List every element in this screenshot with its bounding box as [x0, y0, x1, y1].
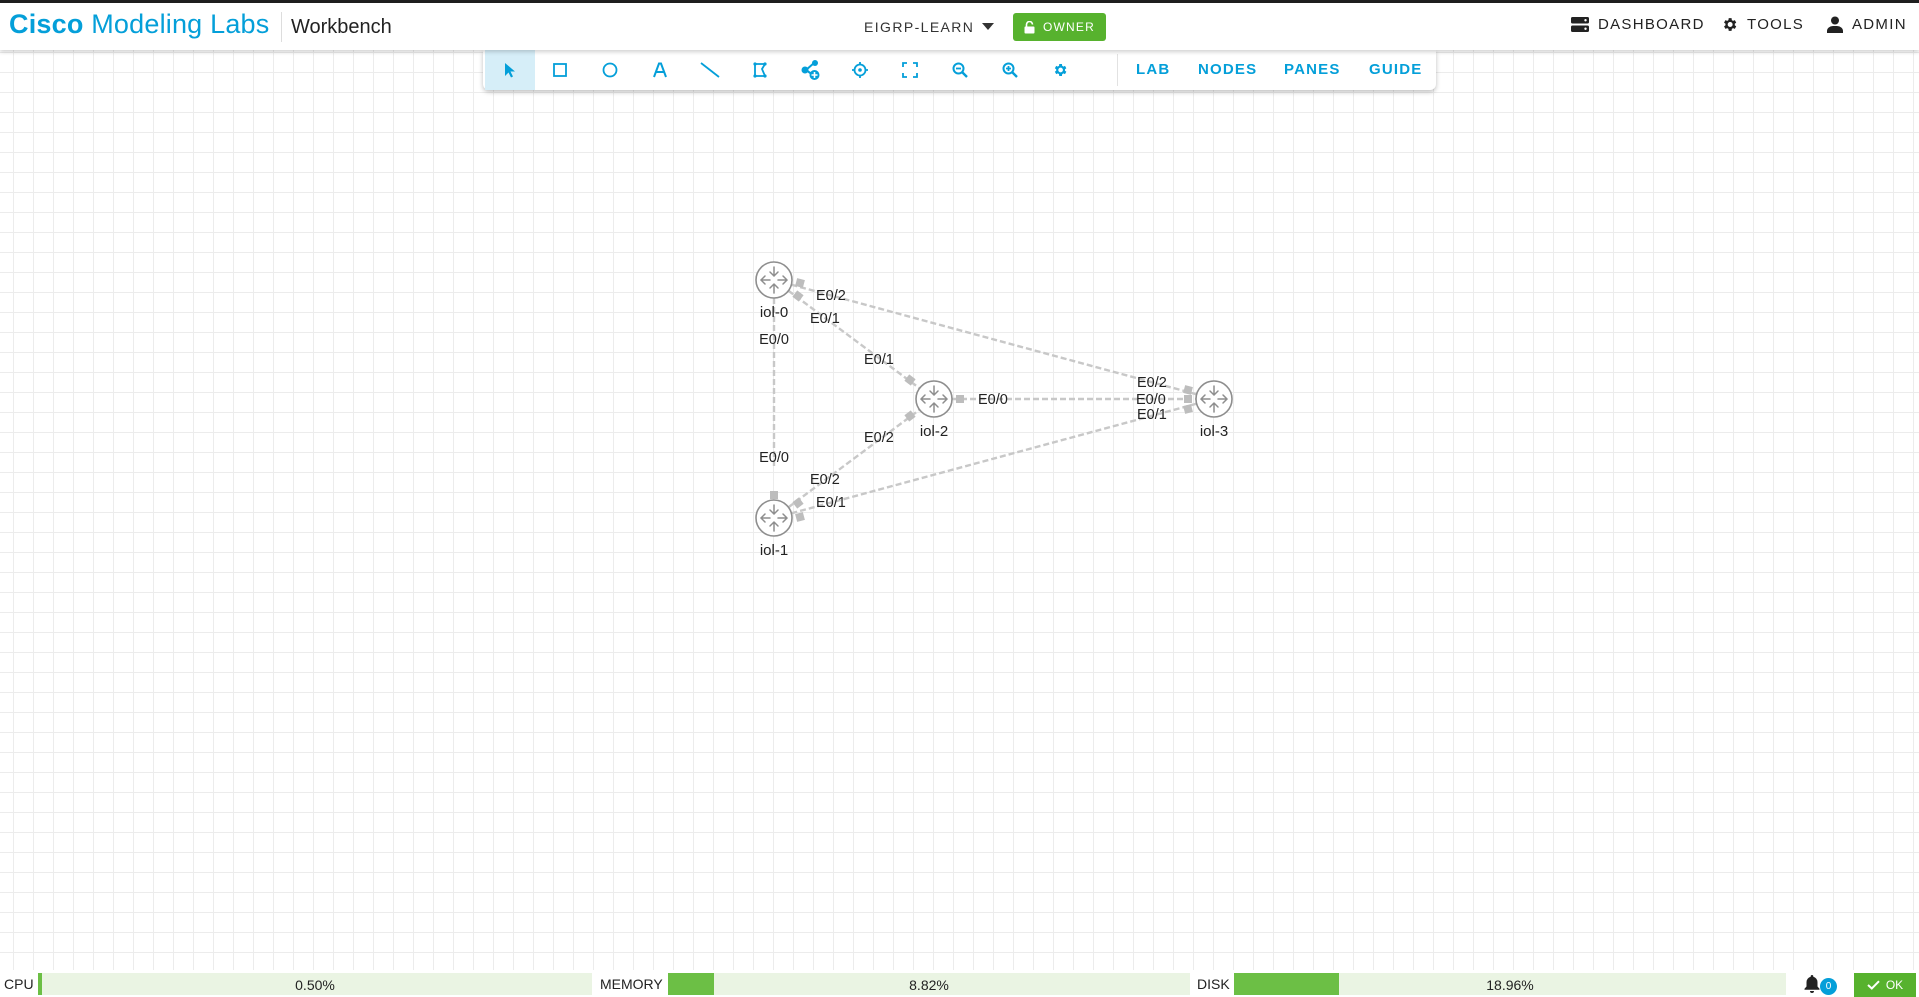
- line-tool[interactable]: [685, 50, 735, 90]
- zoom-out-icon: [952, 62, 968, 78]
- zoom-in-tool[interactable]: [985, 50, 1035, 90]
- center-tool[interactable]: [835, 50, 885, 90]
- gear-icon: [1724, 18, 1737, 31]
- interface-label: E0/1: [1137, 407, 1167, 423]
- page-title: Workbench: [291, 16, 392, 38]
- interface-label: E0/1: [864, 352, 894, 368]
- circle-icon: [602, 62, 618, 78]
- interface-label: E0/2: [1137, 375, 1167, 391]
- link-endpoint: [795, 512, 805, 522]
- interface-label: E0/2: [810, 472, 840, 488]
- polygon-icon: [753, 62, 767, 78]
- node-label: iol-1: [760, 542, 788, 559]
- rectangle-icon: [553, 63, 567, 77]
- fullscreen-icon: [902, 62, 918, 78]
- link-endpoint: [792, 290, 804, 302]
- disk-label: DISK: [1197, 976, 1230, 992]
- status-bar: CPU 0.50% MEMORY 8.82% DISK 18.96% 0 OK: [0, 970, 1919, 997]
- cpu-value: 0.50%: [295, 977, 335, 993]
- interface-label: E0/1: [810, 311, 840, 327]
- lab-selector[interactable]: EIGRP-LEARN: [864, 19, 995, 35]
- cpu-label: CPU: [4, 976, 34, 992]
- nav-tools-label: TOOLS: [1747, 16, 1805, 33]
- app-logo[interactable]: Cisco Modeling Labs: [9, 9, 269, 40]
- interface-label: E0/0: [978, 392, 1008, 408]
- workbench-canvas[interactable]: E0/0 E0/0 E0/1 E0/1 E0/2 E0/2 E0/2 E0/2 …: [0, 50, 1919, 970]
- toolbar-link-lab[interactable]: LAB: [1136, 61, 1170, 78]
- interface-label: E0/2: [864, 430, 894, 446]
- node-iol-1[interactable]: [755, 499, 793, 537]
- select-tool[interactable]: [485, 50, 535, 90]
- nav-tools[interactable]: TOOLS: [1721, 16, 1804, 33]
- link-endpoint: [1184, 395, 1192, 403]
- link-endpoint: [792, 497, 804, 509]
- toolbar-link-panes[interactable]: PANES: [1284, 61, 1341, 78]
- cpu-meter: 0.50%: [38, 973, 592, 995]
- checkmark-icon: [1867, 980, 1880, 990]
- text-icon: [653, 62, 667, 78]
- interface-label: E0/0: [759, 332, 789, 348]
- toolbar-divider: [1117, 54, 1118, 86]
- text-tool[interactable]: [635, 50, 685, 90]
- zoom-out-tool[interactable]: [935, 50, 985, 90]
- nav-dashboard-label: DASHBOARD: [1598, 16, 1705, 33]
- zoom-in-icon: [1002, 62, 1018, 78]
- settings-tool[interactable]: [1035, 50, 1085, 90]
- bell-icon: [1804, 975, 1820, 993]
- router-icon[interactable]: [915, 380, 953, 418]
- interface-label: E0/0: [1136, 392, 1166, 408]
- disk-meter: 18.96%: [1234, 973, 1786, 995]
- node-iol-3[interactable]: [1195, 380, 1233, 418]
- node-iol-2[interactable]: [915, 380, 953, 418]
- chevron-down-icon: [982, 23, 995, 30]
- topology-diagram: E0/0 E0/0 E0/1 E0/1 E0/2 E0/2 E0/2 E0/2 …: [755, 261, 1233, 559]
- toolbar-link-guide[interactable]: GUIDE: [1369, 61, 1423, 78]
- memory-label: MEMORY: [600, 976, 663, 992]
- node-label: iol-2: [920, 423, 948, 440]
- owner-label: OWNER: [1043, 20, 1095, 34]
- ok-label: OK: [1885, 978, 1904, 992]
- header-divider: [281, 12, 282, 42]
- node-iol-0[interactable]: [755, 261, 793, 299]
- gear-icon: [1054, 64, 1067, 76]
- node-label: iol-3: [1200, 423, 1228, 440]
- app-header: Cisco Modeling Labs Workbench EIGRP-LEAR…: [0, 3, 1919, 50]
- router-icon[interactable]: [1195, 380, 1233, 418]
- canvas-toolbar: LAB NODES PANES GUIDE: [483, 50, 1436, 90]
- disk-value: 18.96%: [1486, 977, 1534, 993]
- lock-open-icon: [1024, 20, 1035, 33]
- crosshair-icon: [852, 62, 868, 78]
- node-label: iol-0: [760, 304, 788, 321]
- add-node-tool[interactable]: [785, 50, 835, 90]
- notification-count: 0: [1820, 978, 1837, 995]
- lab-name: EIGRP-LEARN: [864, 19, 975, 35]
- memory-meter: 8.82%: [668, 973, 1190, 995]
- router-icon[interactable]: [755, 261, 793, 299]
- router-icon[interactable]: [755, 499, 793, 537]
- fit-to-screen-tool[interactable]: [885, 50, 935, 90]
- brand-name-rest: Modeling Labs: [83, 9, 270, 39]
- user-icon: [1827, 16, 1843, 33]
- nav-admin[interactable]: ADMIN: [1827, 16, 1907, 33]
- link-endpoint: [956, 395, 964, 403]
- notifications-button[interactable]: 0: [1801, 973, 1841, 995]
- add-node-icon: [801, 60, 820, 80]
- owner-badge[interactable]: OWNER: [1013, 13, 1106, 41]
- rectangle-tool[interactable]: [535, 50, 585, 90]
- nav-admin-label: ADMIN: [1852, 16, 1907, 33]
- interface-label: E0/2: [816, 288, 846, 304]
- interface-label: E0/0: [759, 450, 789, 466]
- toolbar-link-nodes[interactable]: NODES: [1198, 61, 1257, 78]
- dashboard-icon: [1571, 17, 1589, 32]
- link-endpoint: [770, 491, 778, 499]
- interface-label: E0/1: [816, 495, 846, 511]
- brand-name-bold: Cisco: [9, 9, 84, 39]
- freeform-tool[interactable]: [735, 50, 785, 90]
- system-status-ok[interactable]: OK: [1854, 973, 1916, 997]
- nav-dashboard[interactable]: DASHBOARD: [1571, 16, 1705, 33]
- line-icon: [700, 62, 720, 78]
- pointer-icon: [505, 63, 515, 78]
- ellipse-tool[interactable]: [585, 50, 635, 90]
- memory-value: 8.82%: [909, 977, 949, 993]
